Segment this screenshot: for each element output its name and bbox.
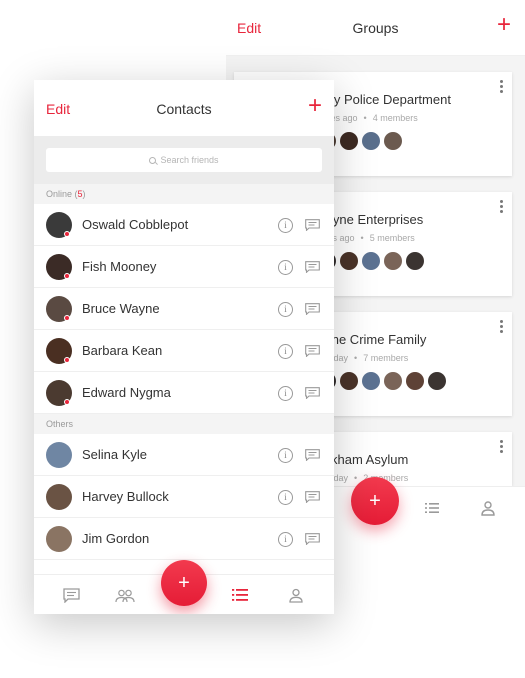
online-status-dot [64, 315, 70, 321]
list-icon[interactable] [424, 500, 440, 516]
contacts-add-fab[interactable]: + [161, 560, 207, 606]
avatar [340, 132, 358, 150]
contact-row[interactable]: Barbara Kean i [34, 330, 334, 372]
info-icon[interactable]: i [278, 448, 293, 463]
contact-name: Edward Nygma [82, 385, 171, 400]
person-icon[interactable] [480, 500, 496, 516]
info-icon[interactable]: i [278, 218, 293, 233]
info-icon[interactable]: i [278, 260, 293, 275]
avatar [362, 372, 380, 390]
info-icon[interactable]: i [278, 490, 293, 505]
search-placeholder: Search friends [160, 155, 219, 165]
add-group-button[interactable]: + [497, 13, 511, 37]
contact-name: Harvey Bullock [82, 489, 169, 504]
search-icon [149, 157, 157, 164]
groups-add-fab[interactable]: + [351, 477, 399, 525]
avatar [428, 372, 446, 390]
avatar [46, 526, 72, 552]
chat-bubble-icon[interactable] [305, 533, 320, 545]
others-section-header: Others [34, 414, 334, 434]
avatar [362, 252, 380, 270]
info-icon[interactable]: i [278, 344, 293, 359]
avatar [340, 252, 358, 270]
contact-name: Bruce Wayne [82, 301, 160, 316]
contacts-screen: Edit Contacts + Search friends Online (5… [34, 80, 334, 614]
avatar [384, 372, 402, 390]
info-icon[interactable]: i [278, 532, 293, 547]
group-avatars [318, 252, 428, 272]
online-status-dot [64, 357, 70, 363]
contacts-title: Contacts [156, 101, 212, 117]
groups-title: Groups [352, 20, 399, 36]
contact-row[interactable]: Jim Gordon i [34, 518, 334, 560]
add-contact-button[interactable]: + [308, 94, 322, 118]
more-options-icon[interactable] [500, 320, 504, 335]
search-input[interactable]: Search friends [46, 148, 322, 172]
chat-bubble-icon[interactable] [305, 303, 320, 315]
contact-row[interactable]: Harvey Bullock i [34, 476, 334, 518]
contact-row[interactable]: Fish Mooney i [34, 246, 334, 288]
avatar [46, 484, 72, 510]
contact-name: Fish Mooney [82, 259, 157, 274]
people-icon[interactable] [115, 588, 135, 603]
avatar [46, 442, 72, 468]
group-name: cone Crime Family [318, 332, 427, 347]
more-options-icon[interactable] [500, 440, 504, 455]
group-avatars [318, 372, 450, 392]
avatar [384, 132, 402, 150]
group-members-count: 4 members [372, 113, 418, 123]
more-options-icon[interactable] [500, 80, 504, 95]
online-status-dot [64, 273, 70, 279]
more-options-icon[interactable] [500, 200, 504, 215]
chat-bubble-icon[interactable] [305, 491, 320, 503]
online-status-dot [64, 399, 70, 405]
group-name: City Police Department [318, 92, 451, 107]
online-count: 5 [77, 189, 83, 199]
avatar [340, 372, 358, 390]
contact-row[interactable]: Oswald Cobblepot i [34, 204, 334, 246]
search-bar: Search friends [34, 136, 334, 184]
info-icon[interactable]: i [278, 302, 293, 317]
online-label: Online [46, 189, 73, 199]
contacts-header: Edit Contacts + [34, 80, 334, 136]
contact-name: Jim Gordon [82, 531, 150, 546]
avatar [362, 132, 380, 150]
online-status-dot [64, 231, 70, 237]
contact-row[interactable]: Selina Kyle i [34, 434, 334, 476]
chat-icon[interactable] [63, 588, 80, 603]
group-members-count: 5 members [369, 233, 415, 243]
info-icon[interactable]: i [278, 386, 293, 401]
list-icon[interactable] [232, 588, 248, 602]
chat-bubble-icon[interactable] [305, 449, 320, 461]
chat-bubble-icon[interactable] [305, 387, 320, 399]
avatar [384, 252, 402, 270]
chat-bubble-icon[interactable] [305, 219, 320, 231]
chat-bubble-icon[interactable] [305, 345, 320, 357]
contact-name: Selina Kyle [82, 447, 148, 462]
app-showcase: Edit Groups + City Police Department nut… [0, 0, 525, 678]
group-members-count: 7 members [363, 353, 409, 363]
groups-header: Edit Groups + [226, 0, 525, 56]
avatar [406, 252, 424, 270]
avatar [406, 372, 424, 390]
contact-name: Barbara Kean [82, 343, 163, 358]
person-icon[interactable] [289, 588, 303, 603]
contact-row[interactable]: Bruce Wayne i [34, 288, 334, 330]
online-section-header: Online (5) [34, 184, 334, 204]
chat-bubble-icon[interactable] [305, 261, 320, 273]
contact-name: Oswald Cobblepot [82, 217, 189, 232]
contact-row[interactable]: Edward Nygma i [34, 372, 334, 414]
